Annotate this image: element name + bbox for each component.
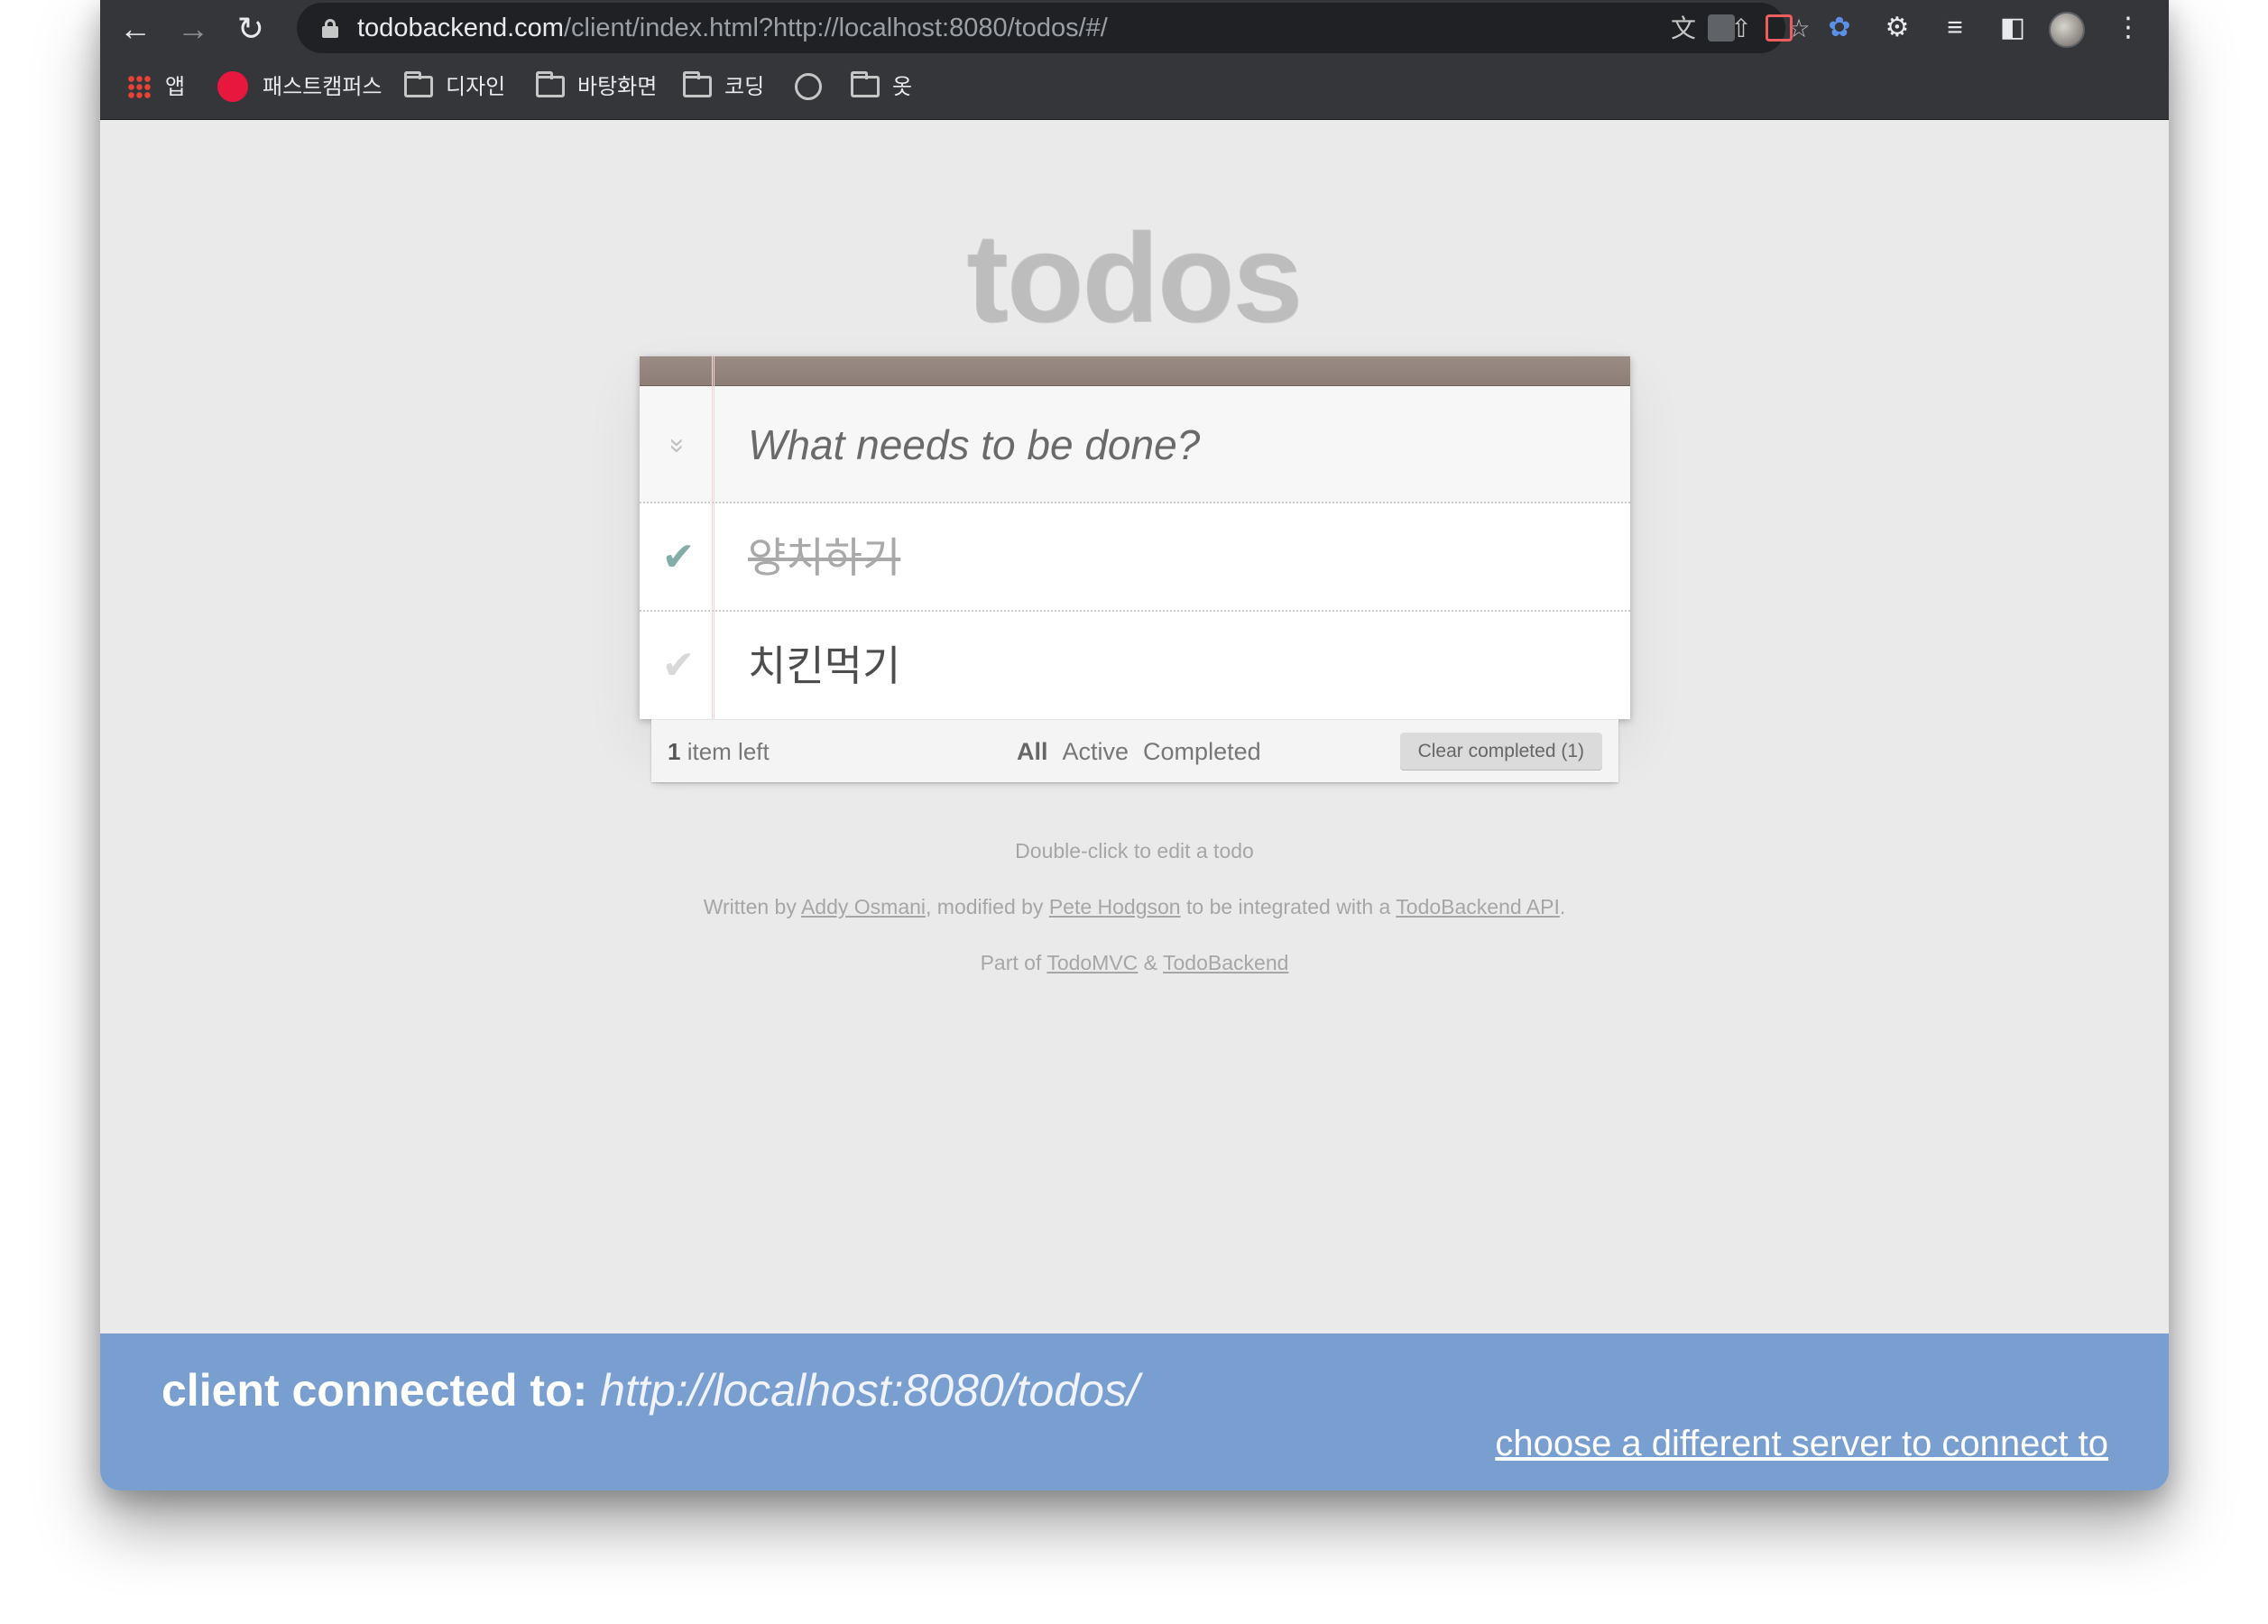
- bookmark-clothes[interactable]: 옷: [851, 65, 912, 110]
- apps-grid-icon: [127, 74, 151, 98]
- todomvc-link[interactable]: TodoMVC: [1046, 951, 1138, 974]
- part-of: Part of TodoMVC & TodoBackend: [980, 951, 1289, 974]
- todobackend-api-link[interactable]: TodoBackend API: [1396, 895, 1560, 918]
- filters: All Active Completed: [1017, 720, 1276, 783]
- lock-icon[interactable]: [322, 19, 338, 38]
- credits: Written by Addy Osmani, modified by Pete…: [703, 895, 1566, 918]
- picture-in-picture-icon[interactable]: [1766, 14, 1793, 42]
- new-todo-row: »: [640, 386, 1630, 503]
- author-link-pete[interactable]: Pete Hodgson: [1049, 895, 1181, 918]
- extensions-puzzle-icon[interactable]: ⚙: [1881, 12, 1913, 44]
- checkmark-icon[interactable]: ✔: [656, 639, 701, 693]
- server-banner: client connected to: http://localhost:80…: [100, 1333, 2169, 1490]
- page-content: todos » ✔ 양치하기 ✔ 치킨먹기 1 item left All Act…: [100, 120, 2169, 1333]
- url-text[interactable]: todobackend.com/client/index.html?http:/…: [357, 3, 1108, 53]
- folder-icon: [683, 70, 712, 97]
- server-url: http://localhost:8080/todos/: [600, 1365, 1139, 1416]
- address-bar[interactable]: todobackend.com/client/index.html?http:/…: [297, 3, 1811, 53]
- folder-icon: [536, 70, 565, 97]
- extension-i-icon[interactable]: [1708, 14, 1735, 42]
- todo-item[interactable]: ✔ 치킨먹기: [640, 612, 1630, 720]
- filter-completed[interactable]: Completed: [1143, 738, 1261, 765]
- todo-item[interactable]: ✔ 양치하기: [640, 503, 1630, 612]
- checkmark-icon[interactable]: ✔: [656, 531, 701, 585]
- toggle-all-chevron-icon[interactable]: »: [659, 428, 696, 464]
- globe-icon: [795, 72, 822, 100]
- todo-title[interactable]: 양치하기: [748, 503, 900, 612]
- reload-icon[interactable]: ↻: [228, 9, 273, 49]
- bookmark-design[interactable]: 디자인: [404, 65, 505, 110]
- notebook-margin-line: [712, 356, 715, 719]
- todo-footer: 1 item left All Active Completed Clear com…: [651, 719, 1618, 782]
- url-host: todobackend.com: [357, 14, 564, 42]
- app-title: todos: [966, 208, 1304, 349]
- author-link-addy[interactable]: Addy Osmani: [801, 895, 926, 918]
- extension-signal-icon[interactable]: ✿: [1823, 12, 1856, 44]
- bookmark-desktop[interactable]: 바탕화면: [536, 65, 657, 110]
- bookmarks-bar: 앱 패스트캠퍼스 디자인 바탕화면 코딩 옷: [100, 65, 2169, 110]
- translate-icon[interactable]: 文: [1668, 14, 1699, 44]
- todo-title[interactable]: 치킨먹기: [748, 612, 900, 720]
- menu-kebab-icon[interactable]: ⋮: [2112, 12, 2144, 44]
- url-path: /client/index.html?http://localhost:8080…: [563, 14, 1108, 42]
- fastcampus-logo-icon: [217, 70, 248, 102]
- filter-all[interactable]: All: [1017, 738, 1048, 765]
- folder-icon: [404, 70, 433, 97]
- edit-hint: Double-click to edit a todo: [1015, 839, 1254, 863]
- browser-window: ← → ↻ todobackend.com/client/index.html?…: [100, 0, 2169, 1490]
- clear-completed-button[interactable]: Clear completed (1): [1399, 733, 1602, 770]
- forward-arrow-icon[interactable]: →: [171, 9, 216, 49]
- bookmark-apps[interactable]: 앱: [127, 65, 185, 110]
- media-queue-icon[interactable]: ≡: [1939, 12, 1971, 44]
- todobackend-link[interactable]: TodoBackend: [1163, 951, 1288, 974]
- browser-toolbar: ← → ↻ todobackend.com/client/index.html?…: [100, 0, 2169, 120]
- change-server-link[interactable]: choose a different server to connect to: [1495, 1424, 2108, 1464]
- banner-title: client connected to: http://localhost:80…: [161, 1365, 1139, 1416]
- app-header-bar: [640, 356, 1630, 386]
- back-arrow-icon[interactable]: ←: [113, 9, 158, 49]
- filter-active[interactable]: Active: [1063, 738, 1129, 765]
- bookmark-coding[interactable]: 코딩: [683, 65, 764, 110]
- new-todo-input[interactable]: [748, 386, 1605, 503]
- todo-app: » ✔ 양치하기 ✔ 치킨먹기: [640, 356, 1630, 719]
- todo-count: 1 item left: [668, 738, 770, 765]
- side-panel-icon[interactable]: ◧: [1996, 12, 2029, 44]
- profile-avatar[interactable]: [2049, 12, 2085, 48]
- bookmark-globe[interactable]: [795, 65, 822, 110]
- folder-icon: [851, 70, 880, 97]
- bookmark-fastcampus[interactable]: 패스트캠퍼스: [217, 65, 382, 110]
